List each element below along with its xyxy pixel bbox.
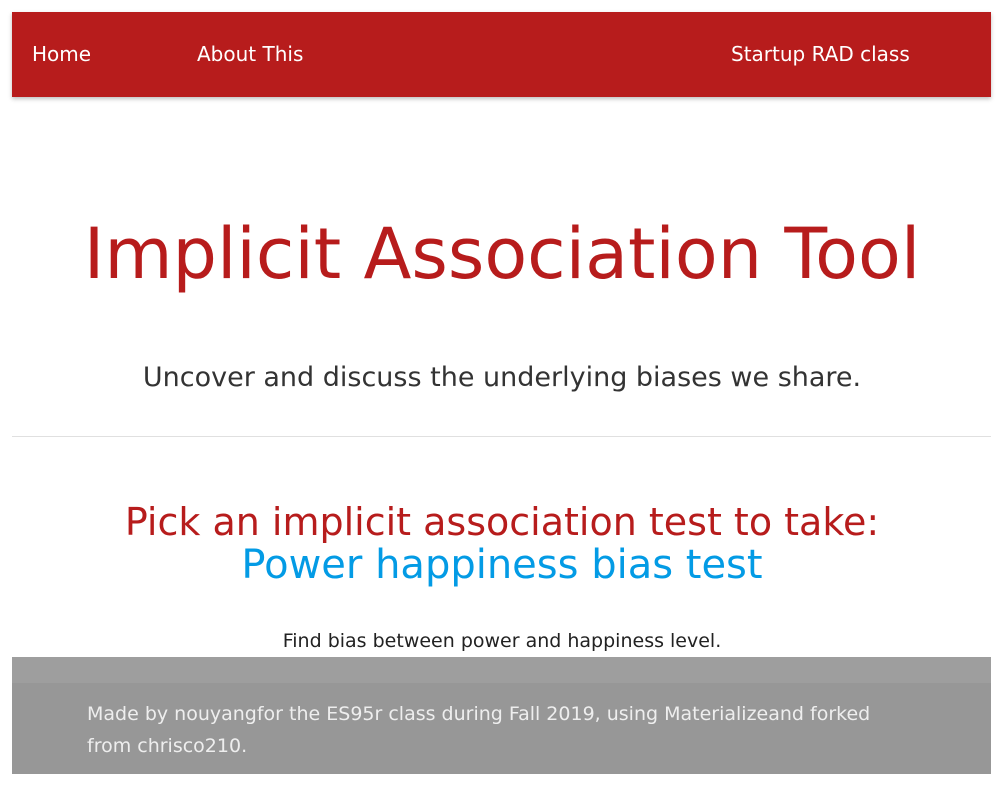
nav-about-link[interactable]: About This [197,41,303,67]
page-subtitle: Uncover and discuss the underlying biase… [142,362,862,393]
footer: Made by nouyangfor the ES95r class durin… [12,657,991,774]
page-title: Implicit Association Tool [83,212,921,295]
power-happiness-test-link[interactable]: Power happiness bias test [0,540,1004,590]
nav-startup-rad-class-link[interactable]: Startup RAD class [731,41,910,67]
tests-heading: Pick an implicit association test to tak… [124,499,880,544]
section-divider [12,436,991,437]
power-happiness-test-description: Find bias between power and happiness le… [282,630,722,652]
nav-home-link[interactable]: Home [32,41,91,67]
footer-credits: Made by nouyangfor the ES95r class durin… [87,703,871,757]
top-navbar: Home About This Startup RAD class [12,12,991,97]
page: Home About This Startup RAD class Implic… [0,0,1004,791]
